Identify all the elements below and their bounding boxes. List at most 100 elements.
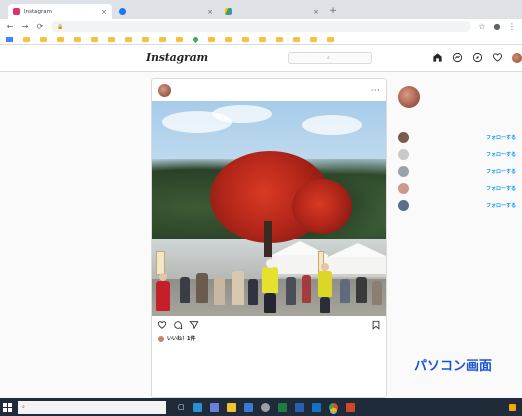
- bookmark-item[interactable]: [276, 36, 285, 42]
- star-icon[interactable]: ☆: [478, 22, 486, 31]
- word-app-icon[interactable]: [294, 402, 304, 412]
- bookmark-item[interactable]: [191, 35, 200, 43]
- tab-google-drive[interactable]: ×: [220, 4, 324, 19]
- bookmark-icon[interactable]: [371, 320, 381, 330]
- bookmark-item[interactable]: [6, 36, 15, 42]
- photo-person: [248, 279, 258, 305]
- address-bar[interactable]: 🔒: [51, 21, 471, 32]
- folder-icon: [159, 36, 166, 42]
- bookmark-item[interactable]: [142, 36, 151, 42]
- new-tab-button[interactable]: +: [326, 4, 340, 19]
- avatar[interactable]: [398, 199, 409, 211]
- taskbar-search-input[interactable]: ⌕: [18, 400, 166, 414]
- folder-icon: [310, 36, 317, 42]
- edge-app-icon[interactable]: [192, 402, 202, 412]
- bookmark-item[interactable]: [259, 36, 268, 42]
- post-photo[interactable]: [152, 101, 386, 316]
- search-input[interactable]: ⌕: [288, 52, 372, 64]
- follow-button[interactable]: フォローする: [486, 168, 516, 175]
- search-icon: ⌕: [327, 55, 330, 61]
- share-icon[interactable]: [189, 320, 199, 330]
- avatar[interactable]: [398, 131, 409, 143]
- bookmark-item[interactable]: [310, 36, 319, 42]
- close-icon[interactable]: ×: [207, 8, 213, 16]
- photo-person: [320, 297, 330, 313]
- bookmarks-bar: [0, 34, 522, 45]
- follow-button[interactable]: フォローする: [486, 151, 516, 158]
- photo-person: [340, 279, 350, 303]
- photo-person: [286, 277, 296, 305]
- avatar[interactable]: [158, 83, 171, 97]
- caption-line: [152, 352, 386, 361]
- folder-icon: [142, 36, 149, 42]
- powerpoint-app-icon[interactable]: [345, 402, 355, 412]
- heart-icon[interactable]: [157, 320, 167, 330]
- folder-icon: [23, 36, 30, 42]
- follow-button[interactable]: フォローする: [486, 185, 516, 192]
- task-view-icon[interactable]: ▢: [178, 403, 185, 411]
- file-explorer-icon[interactable]: [226, 402, 236, 412]
- forward-arrow-icon[interactable]: →: [21, 22, 29, 31]
- windows-start-icon[interactable]: [3, 402, 12, 412]
- bookmark-item[interactable]: [159, 36, 168, 42]
- comment-icon[interactable]: [173, 320, 183, 330]
- bookmark-item[interactable]: [176, 36, 185, 42]
- bookmark-item[interactable]: [74, 36, 83, 42]
- bookmark-item[interactable]: [208, 36, 217, 42]
- photo-person: [180, 277, 190, 303]
- photo-person: [356, 277, 367, 303]
- avatar[interactable]: [398, 165, 409, 177]
- reload-icon[interactable]: ⟳: [36, 22, 44, 31]
- bookmark-item[interactable]: [225, 36, 234, 42]
- close-icon[interactable]: ×: [313, 8, 319, 16]
- bookmark-item[interactable]: [40, 36, 49, 42]
- bookmark-item[interactable]: [23, 36, 32, 42]
- heart-icon[interactable]: [492, 52, 503, 63]
- bookmark-item[interactable]: [242, 36, 251, 42]
- explore-icon[interactable]: [472, 52, 483, 63]
- menu-dots-icon[interactable]: ⋮: [508, 22, 516, 31]
- bookmark-item[interactable]: [327, 36, 336, 42]
- store-app-icon[interactable]: [209, 402, 219, 412]
- search-icon: ⌕: [22, 404, 25, 410]
- bookmark-item[interactable]: [108, 36, 117, 42]
- outlook-app-icon[interactable]: [311, 402, 321, 412]
- home-icon[interactable]: [432, 52, 443, 63]
- avatar[interactable]: [398, 182, 409, 194]
- likes-count[interactable]: いいね！1件: [152, 334, 386, 343]
- mail-app-icon[interactable]: [243, 402, 253, 412]
- folder-icon: [259, 36, 266, 42]
- tab-instagram[interactable]: Instagram ×: [8, 4, 112, 19]
- settings-gear-icon[interactable]: [260, 402, 270, 412]
- excel-app-icon[interactable]: [277, 402, 287, 412]
- instagram-logo[interactable]: Instagram: [146, 51, 208, 64]
- profile-icon[interactable]: ●: [493, 22, 501, 31]
- back-arrow-icon[interactable]: ←: [6, 22, 14, 31]
- system-tray[interactable]: [509, 403, 519, 411]
- more-options-icon[interactable]: ···: [371, 86, 380, 95]
- chrome-app-icon[interactable]: [328, 402, 338, 412]
- folder-icon: [57, 36, 64, 42]
- photo-tree: [292, 179, 352, 234]
- bookmark-item[interactable]: [91, 36, 100, 42]
- avatar[interactable]: [398, 86, 420, 108]
- bookmark-item[interactable]: [293, 36, 302, 42]
- map-pin-icon: [191, 35, 200, 43]
- browser-toolbar: ← → ⟳ 🔒 ☆ ● ⋮: [0, 19, 522, 34]
- apps-grid-icon: [6, 36, 13, 42]
- bookmark-item[interactable]: [57, 36, 66, 42]
- folder-icon: [91, 36, 98, 42]
- close-icon[interactable]: ×: [101, 8, 107, 16]
- caption-line: [152, 361, 386, 370]
- overlay-caption: パソコン画面: [414, 359, 493, 374]
- tab-facebook[interactable]: ×: [114, 4, 218, 19]
- messenger-icon[interactable]: [452, 52, 463, 63]
- avatar[interactable]: [398, 148, 409, 160]
- suggestions-header: [398, 118, 522, 127]
- follow-button[interactable]: フォローする: [486, 134, 516, 141]
- suggestion-item: フォローする: [398, 147, 522, 161]
- bookmark-item[interactable]: [125, 36, 134, 42]
- caption-line: [152, 343, 386, 352]
- profile-avatar[interactable]: [512, 52, 522, 63]
- follow-button[interactable]: フォローする: [486, 202, 516, 209]
